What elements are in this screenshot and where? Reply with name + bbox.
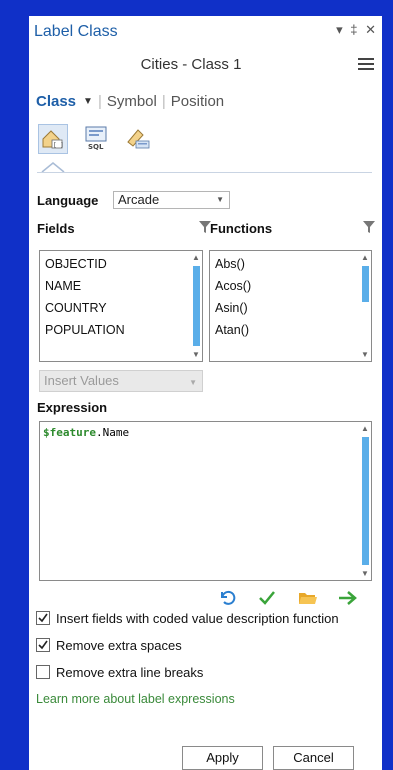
language-value: Arcade [118,192,160,207]
chevron-down-icon[interactable]: ▼ [83,96,93,107]
expression-builder-button[interactable]: [ ] [38,124,68,154]
coded-value-checkbox[interactable] [36,611,50,625]
language-dropdown[interactable]: Arcade ▼ [113,191,230,209]
label-class-pane: Label Class ▾ ‡ ✕ Cities - Class 1 Class… [29,16,382,770]
scrollbar-thumb[interactable] [362,266,369,302]
list-item[interactable]: NAME [45,279,81,293]
svg-text:[ ]: [ ] [53,142,64,149]
list-item[interactable]: Abs() [215,257,245,271]
edit-label-icon [127,129,150,149]
functions-header: Functions [210,221,273,236]
cancel-button[interactable]: Cancel [273,746,354,770]
scrollbar-thumb[interactable] [193,266,200,346]
remove-line-breaks-checkbox[interactable] [36,665,50,679]
scrollbar-thumb[interactable] [362,437,369,565]
coded-value-label[interactable]: Insert fields with coded value descripti… [56,611,339,626]
language-label: Language [37,193,99,208]
remove-spaces-label[interactable]: Remove extra spaces [56,638,182,653]
label-class-name: Cities - Class 1 [140,56,242,73]
scroll-down-icon[interactable]: ▼ [361,350,369,359]
insert-values-dropdown: Insert Values ▼ [39,370,203,392]
fields-scrollbar[interactable]: ▲ ▼ [190,251,202,361]
list-item[interactable]: POPULATION [45,323,125,337]
functions-scrollbar[interactable]: ▲ ▼ [359,251,371,361]
list-item[interactable]: OBJECTID [45,257,107,271]
svg-text:SQL: SQL [88,143,104,151]
fields-header: Fields [37,221,75,236]
expression-header: Expression [37,400,108,415]
expression-editor[interactable]: $feature.Name ▲ ▼ [39,421,372,581]
label-classes-button[interactable] [122,124,152,154]
verify-icon[interactable] [258,589,276,607]
sql-icon: SQL [85,126,107,151]
filter-functions-icon[interactable] [362,220,376,234]
remove-spaces-checkbox[interactable] [36,638,50,652]
list-item[interactable]: Atan() [215,323,249,337]
code-token-feature: $feature [43,426,96,439]
chevron-down-icon: ▼ [216,195,224,204]
apply-button[interactable]: Apply [182,746,263,770]
functions-list[interactable]: Abs() Acos() Asin() Atan() ▲ ▼ [209,250,372,362]
pane-window-controls[interactable]: ▾ ‡ ✕ [336,22,378,38]
remove-line-breaks-label[interactable]: Remove extra line breaks [56,665,203,680]
expression-scrollbar[interactable]: ▲ ▼ [359,422,371,580]
save-arrow-icon[interactable] [338,589,358,607]
pane-title: Label Class [34,23,118,40]
list-item[interactable]: Asin() [215,301,248,315]
tab-class[interactable]: Class [36,93,76,110]
insert-values-value: Insert Values [44,373,119,388]
scroll-up-icon[interactable]: ▲ [192,253,200,262]
undo-icon[interactable] [218,588,236,606]
sql-query-button[interactable]: SQL [82,124,112,154]
tab-position[interactable]: Position [171,93,224,110]
checkmark-icon [38,640,48,650]
list-item[interactable]: COUNTRY [45,301,107,315]
label-expression-icon: [ ] [42,130,64,149]
scroll-up-icon[interactable]: ▲ [361,424,369,433]
checkmark-icon [38,613,48,623]
learn-more-link[interactable]: Learn more about label expressions [36,692,235,706]
list-item[interactable]: Acos() [215,279,251,293]
menu-icon[interactable] [358,58,374,73]
tab-symbol[interactable]: Symbol [107,93,157,110]
expression-code[interactable]: $feature.Name [43,426,129,439]
code-token-field: .Name [95,426,130,439]
chevron-down-icon: ▼ [189,378,197,387]
scroll-up-icon[interactable]: ▲ [361,253,369,262]
open-folder-icon[interactable] [298,590,318,606]
scroll-down-icon[interactable]: ▼ [361,569,369,578]
scroll-down-icon[interactable]: ▼ [192,350,200,359]
fields-list[interactable]: OBJECTID NAME COUNTRY POPULATION ▲ ▼ [39,250,203,362]
section-divider [37,172,372,173]
tab-strip: Class ▼ | Symbol | Position [36,93,225,110]
